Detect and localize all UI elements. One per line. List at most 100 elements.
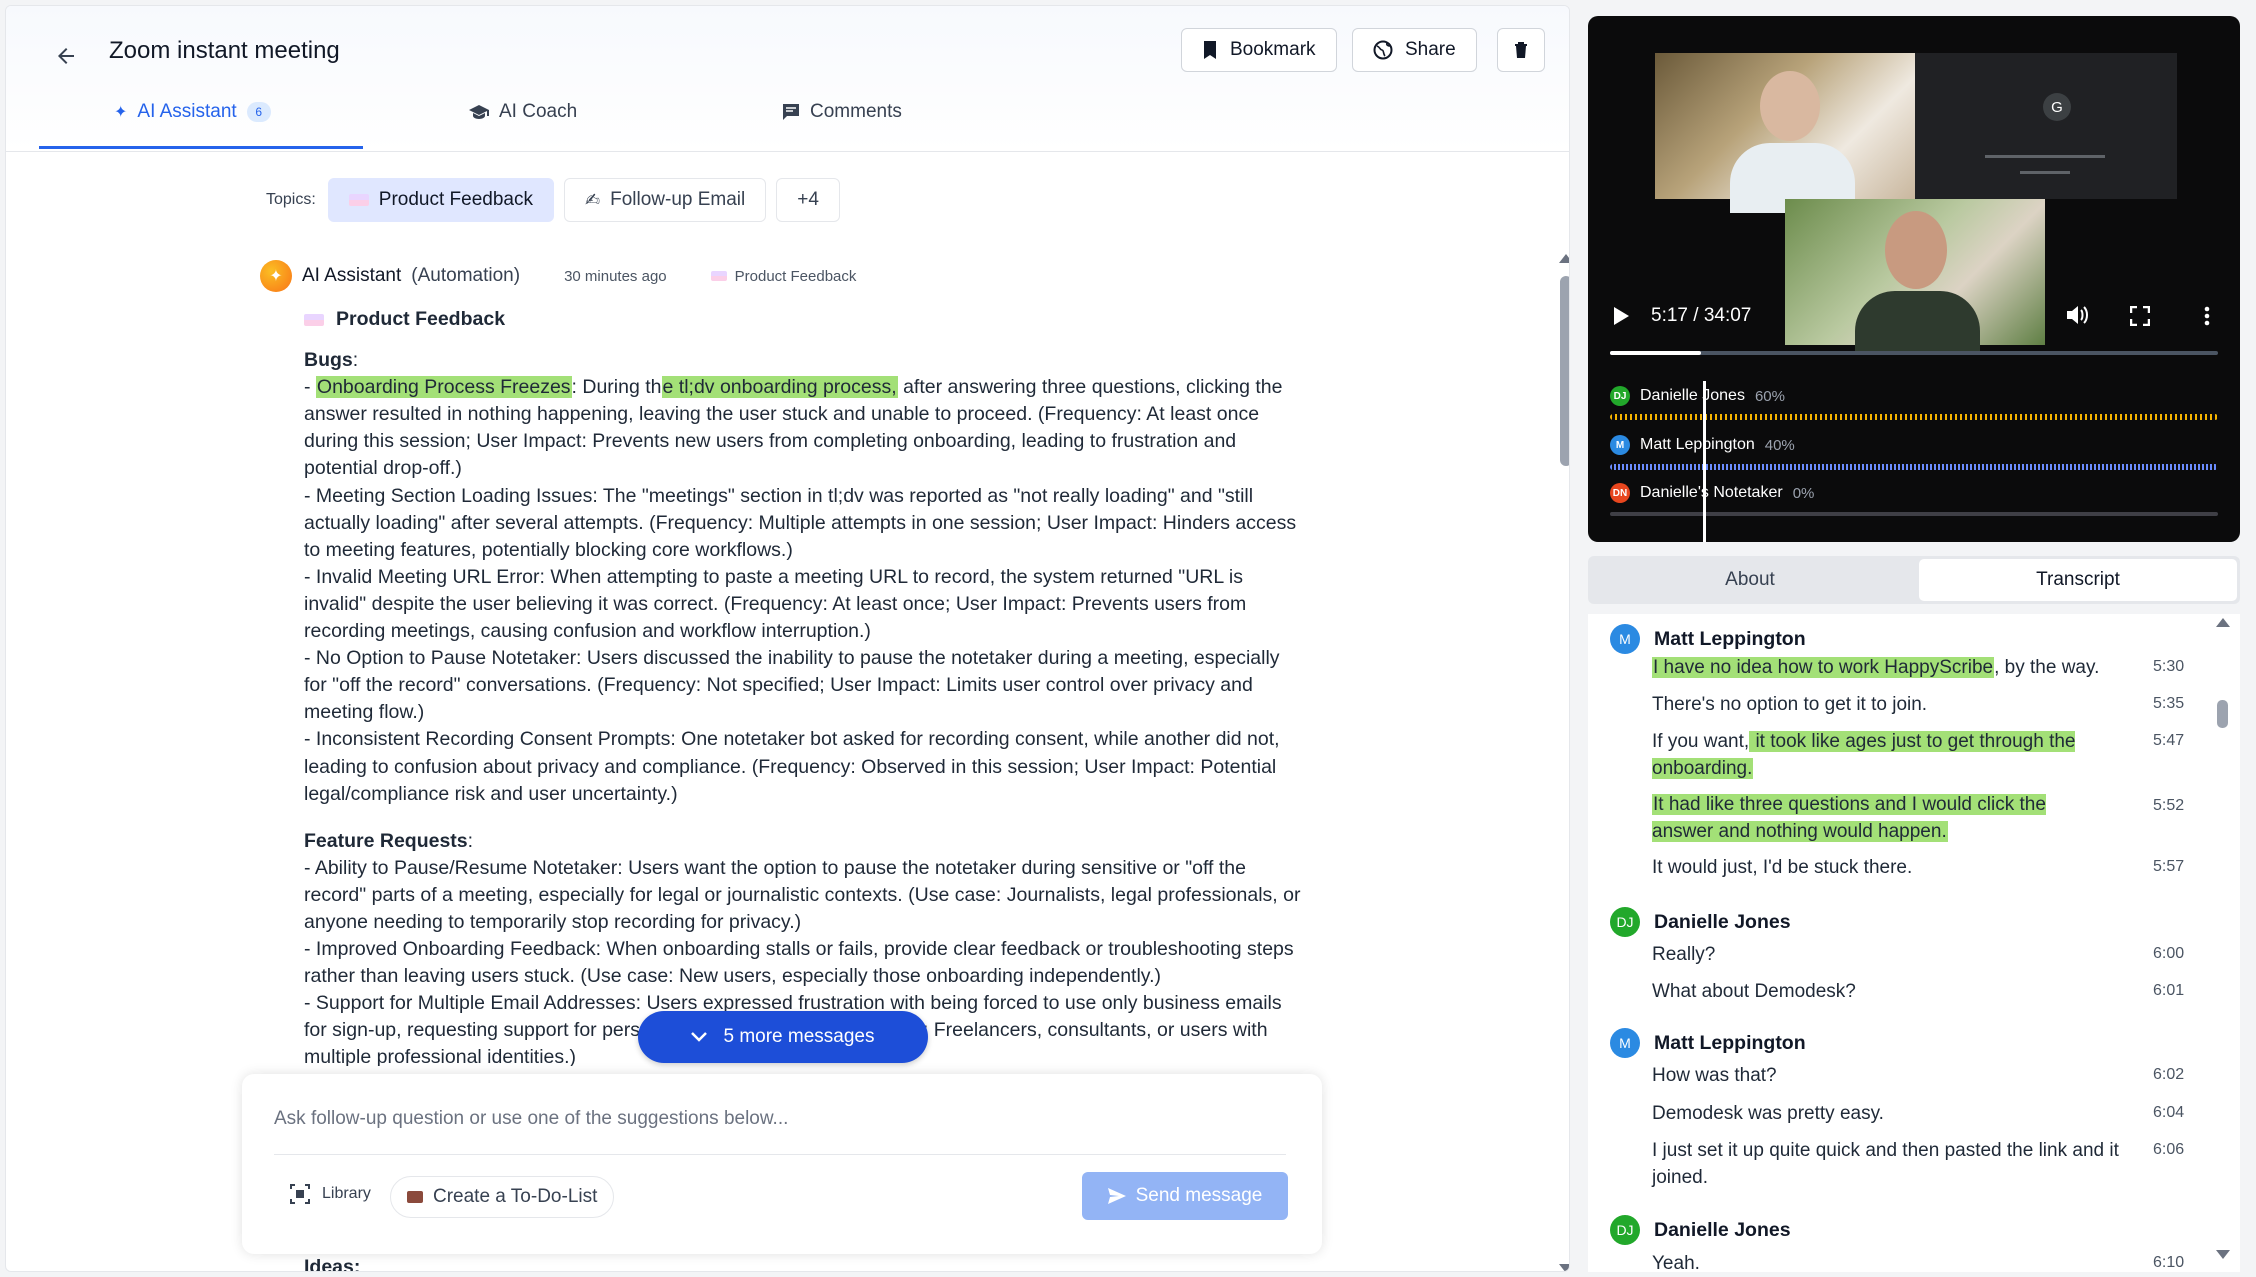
timestamp[interactable]: 5:57 bbox=[2153, 858, 2184, 876]
speaker-row[interactable]: DJ Danielle Jones 60% bbox=[1610, 386, 1785, 406]
bookmark-label: Bookmark bbox=[1230, 39, 1316, 60]
flag-icon bbox=[710, 271, 727, 281]
scrollbar[interactable] bbox=[1559, 254, 1569, 1271]
ideas-heading: Ideas: bbox=[304, 1256, 361, 1272]
topic-chip-product-feedback[interactable]: Product Feedback bbox=[327, 178, 554, 222]
scroll-thumb[interactable] bbox=[2217, 700, 2228, 728]
transcript-line[interactable]: It had like three questions and I would … bbox=[1652, 791, 2112, 845]
todo-suggestion-button[interactable]: Create a To-Do-List bbox=[390, 1176, 615, 1218]
highlight[interactable]: Onboarding Process Freezes bbox=[315, 376, 572, 399]
send-label: Send message bbox=[1135, 1185, 1263, 1206]
bookmark-icon bbox=[1204, 41, 1216, 59]
active-tab-indicator bbox=[39, 146, 363, 149]
topics-label: Topics: bbox=[266, 191, 316, 208]
speaker-avatar: M bbox=[1610, 435, 1630, 455]
todo-label: Create a To-Do-List bbox=[433, 1186, 598, 1207]
back-button[interactable] bbox=[44, 34, 88, 78]
highlight[interactable]: It had like three questions and I would … bbox=[1652, 794, 2046, 842]
tab-about[interactable]: About bbox=[1591, 559, 1909, 601]
timestamp[interactable]: 6:06 bbox=[2153, 1141, 2184, 1159]
timestamp[interactable]: 6:10 bbox=[2153, 1254, 2184, 1272]
transcript-speaker: M Matt Leppington bbox=[1610, 1028, 1806, 1058]
share-button[interactable]: Share bbox=[1352, 28, 1477, 72]
transcript-scrollbar[interactable] bbox=[2216, 618, 2230, 1268]
message-body: Product Feedback Bugs: - Onboarding Proc… bbox=[304, 306, 1304, 1066]
timestamp[interactable]: 6:02 bbox=[2153, 1066, 2184, 1084]
tab-ai-assistant[interactable]: ✦ AI Assistant 6 bbox=[114, 101, 271, 123]
sparkle-icon: ✦ bbox=[114, 104, 128, 121]
participant-face bbox=[1885, 211, 1947, 289]
speaker-timeline[interactable] bbox=[1610, 464, 2218, 470]
speaker-timeline[interactable] bbox=[1610, 414, 2218, 420]
timestamp[interactable]: 6:04 bbox=[2153, 1104, 2184, 1122]
tab-transcript[interactable]: Transcript bbox=[1919, 559, 2237, 601]
transcript-line[interactable]: I have no idea how to work HappyScribe, … bbox=[1652, 654, 2132, 681]
play-icon[interactable] bbox=[1612, 306, 1630, 326]
speaker-name: Matt Leppington bbox=[1654, 1031, 1806, 1054]
tab-ai-coach[interactable]: AI Coach bbox=[469, 101, 577, 123]
more-messages-button[interactable]: 5 more messages bbox=[638, 1011, 928, 1063]
transcript-line[interactable]: It would just, I'd be stuck there. bbox=[1652, 854, 2132, 881]
scroll-thumb[interactable] bbox=[1560, 276, 1569, 466]
transcript-line[interactable]: What about Demodesk? bbox=[1652, 978, 2132, 1005]
question-input[interactable] bbox=[274, 1096, 1284, 1142]
speaker-name: Danielle Jones bbox=[1654, 910, 1791, 933]
topic-chip-follow-up-email[interactable]: ✍ Follow-up Email bbox=[564, 178, 767, 222]
tab-label: AI Coach bbox=[499, 101, 578, 122]
bookmark-button[interactable]: Bookmark bbox=[1181, 28, 1337, 72]
screen-text bbox=[2020, 171, 2070, 174]
scroll-up-icon[interactable] bbox=[1559, 254, 1569, 263]
bug-item: - Meeting Section Loading Issues: The "m… bbox=[304, 484, 1297, 561]
transcript-line[interactable]: If you want, it took like ages just to g… bbox=[1652, 728, 2122, 782]
flag-icon bbox=[348, 194, 369, 206]
transcript-line[interactable]: There's no option to get it to join. bbox=[1652, 691, 2132, 718]
transcript-line[interactable]: I just set it up quite quick and then pa… bbox=[1652, 1137, 2122, 1191]
highlight[interactable]: e tl;dv onboarding process, bbox=[661, 376, 898, 399]
timestamp[interactable]: 5:47 bbox=[2153, 732, 2184, 750]
speaker-row[interactable]: DN Danielle's Notetaker 0% bbox=[1610, 483, 1814, 503]
library-button[interactable]: Library bbox=[290, 1184, 371, 1204]
library-icon bbox=[290, 1184, 310, 1204]
screen-text bbox=[1985, 155, 2105, 158]
transcript-line[interactable]: Yeah. bbox=[1652, 1250, 2132, 1272]
speaker-avatar: M bbox=[1610, 1028, 1640, 1058]
bug-item: - Inconsistent Recording Consent Prompts… bbox=[304, 728, 1280, 805]
composer: Library Create a To-Do-List Send message bbox=[242, 1074, 1322, 1254]
playback-time: 5:17 / 34:07 bbox=[1651, 305, 1752, 326]
more-options-icon[interactable] bbox=[2204, 306, 2210, 326]
transcript-line[interactable]: Demodesk was pretty easy. bbox=[1652, 1100, 2132, 1127]
page-title: Zoom instant meeting bbox=[109, 37, 340, 64]
timestamp[interactable]: 5:30 bbox=[2153, 658, 2184, 676]
progress-bar[interactable] bbox=[1610, 351, 2218, 355]
topics-more-button[interactable]: +4 bbox=[776, 178, 840, 222]
timestamp[interactable]: 5:35 bbox=[2153, 695, 2184, 713]
speaker-name: Matt Leppington bbox=[1654, 627, 1806, 650]
arrow-left-icon bbox=[58, 48, 74, 64]
delete-button[interactable] bbox=[1497, 28, 1545, 72]
send-button[interactable]: Send message bbox=[1082, 1172, 1288, 1220]
scroll-up-icon[interactable] bbox=[2216, 618, 2230, 627]
transcript-line[interactable]: How was that? bbox=[1652, 1062, 2132, 1089]
transcript-line[interactable]: Really? bbox=[1652, 941, 2132, 968]
highlight[interactable]: I have no idea how to work HappyScribe bbox=[1652, 657, 1995, 678]
timestamp[interactable]: 6:01 bbox=[2153, 982, 2184, 1000]
tab-comments[interactable]: Comments bbox=[782, 101, 902, 123]
right-tabs: About Transcript bbox=[1588, 556, 2240, 604]
speaker-timeline[interactable] bbox=[1610, 512, 2218, 516]
volume-icon[interactable] bbox=[2066, 304, 2090, 326]
fullscreen-icon[interactable] bbox=[2130, 306, 2150, 326]
playhead[interactable] bbox=[1703, 381, 1706, 542]
speaker-name: Danielle's Notetaker bbox=[1640, 484, 1783, 501]
transcript-speaker: DJ Danielle Jones bbox=[1610, 907, 1791, 937]
ai-assistant-panel: Zoom instant meeting Bookmark Share ✦ AI… bbox=[5, 5, 1570, 1272]
tab-label: AI Assistant bbox=[137, 101, 237, 122]
timestamp[interactable]: 6:00 bbox=[2153, 945, 2184, 963]
timestamp[interactable]: 5:52 bbox=[2153, 797, 2184, 815]
speaker-avatar: DJ bbox=[1610, 1215, 1640, 1245]
video-player[interactable]: G 5:17 / 34:07 DJ Danielle Jones 60% M M… bbox=[1588, 16, 2240, 542]
screen-share: G bbox=[1915, 53, 2177, 199]
writing-hand-icon: ✍ bbox=[585, 189, 601, 210]
scroll-down-icon[interactable] bbox=[1559, 1264, 1569, 1271]
scroll-down-icon[interactable] bbox=[2216, 1250, 2230, 1259]
speaker-percent: 60% bbox=[1754, 387, 1785, 405]
